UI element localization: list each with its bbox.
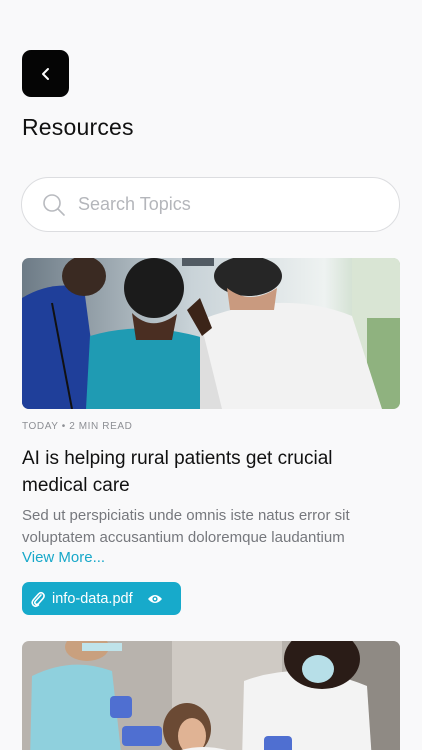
excerpt-line: Sed ut perspiciatis unde omnis iste natu… <box>22 507 350 524</box>
paperclip-icon <box>30 590 46 608</box>
search-icon <box>42 193 66 217</box>
view-more-link[interactable]: View More... <box>22 549 105 566</box>
article-image[interactable] <box>22 258 400 409</box>
article-excerpt: Sed ut perspiciatis unde omnis iste natu… <box>22 505 407 549</box>
article-image[interactable] <box>22 641 400 750</box>
search-input[interactable] <box>78 194 358 215</box>
attachment-button[interactable]: info-data.pdf <box>22 582 181 615</box>
chevron-left-icon <box>41 67 49 80</box>
excerpt-line: voluptatem accusantium doloremque laudan… <box>22 529 345 546</box>
attachment-filename: info-data.pdf <box>52 590 133 607</box>
article-meta: TODAY • 2 MIN READ <box>22 421 133 432</box>
resources-screen: Resources Search Topics TODAY • 2 MIN RE… <box>0 0 422 750</box>
search-bar[interactable] <box>21 177 400 232</box>
page-title: Resources <box>22 114 134 140</box>
back-button[interactable] <box>22 50 69 97</box>
eye-icon[interactable] <box>147 593 163 605</box>
article-title[interactable]: AI is helping rural patients get crucial… <box>22 445 402 499</box>
